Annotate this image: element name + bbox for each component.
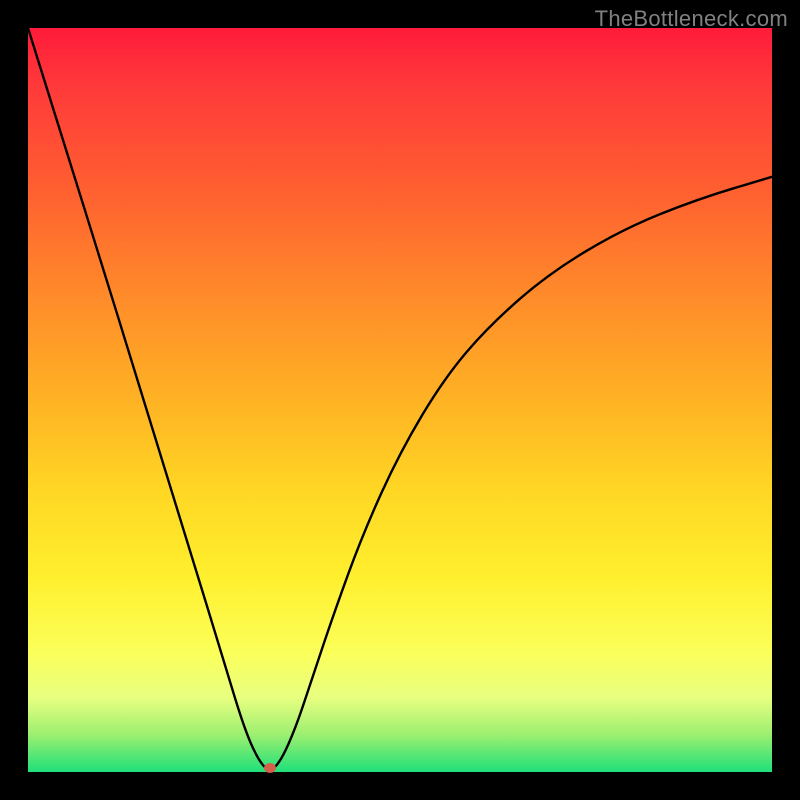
- plot-area: [28, 28, 772, 772]
- minimum-marker: [264, 763, 276, 773]
- chart-frame: TheBottleneck.com: [0, 0, 800, 800]
- line-curve: [28, 28, 772, 772]
